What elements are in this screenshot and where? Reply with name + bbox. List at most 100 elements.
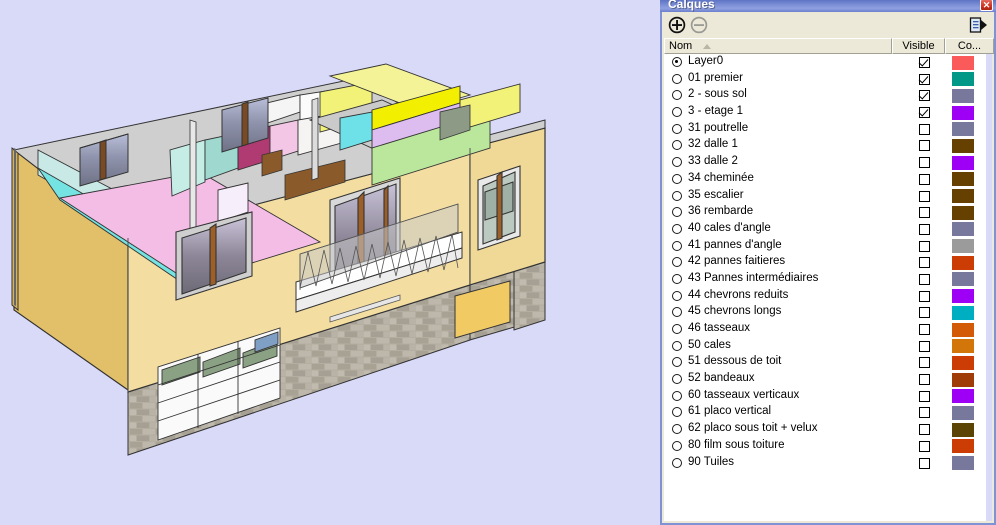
layer-color-swatch[interactable] <box>952 305 974 320</box>
layer-color-swatch[interactable] <box>952 439 974 454</box>
layer-active-radio[interactable] <box>672 123 682 134</box>
layer-active-radio[interactable] <box>672 223 682 234</box>
layer-visible-checkbox[interactable] <box>919 207 930 219</box>
layer-visible-checkbox[interactable] <box>919 307 930 319</box>
layer-row[interactable]: 36 rembarde <box>664 204 990 221</box>
layer-row[interactable]: 52 bandeaux <box>664 371 990 388</box>
layer-row[interactable]: 31 poutrelle <box>664 121 990 138</box>
layer-color-swatch[interactable] <box>952 405 974 420</box>
layer-visible-checkbox[interactable] <box>919 73 930 85</box>
layer-row[interactable]: 50 cales <box>664 338 990 355</box>
layer-color-swatch[interactable] <box>952 189 974 203</box>
layer-row[interactable]: 62 placo sous toit + velux <box>664 421 990 438</box>
layer-color-swatch[interactable] <box>952 138 974 153</box>
layer-color-swatch[interactable] <box>952 55 974 70</box>
layer-visible-checkbox[interactable] <box>919 223 930 235</box>
layer-list[interactable]: Layer0 01 premier 2 - sous sol 3 - etage 1 3… <box>664 54 990 521</box>
layer-color-swatch[interactable] <box>952 172 974 187</box>
layer-row[interactable]: 32 dalle 1 <box>664 137 990 154</box>
layer-visible-checkbox[interactable] <box>919 190 930 202</box>
layer-active-radio[interactable] <box>672 73 682 84</box>
layer-active-radio[interactable] <box>672 340 682 351</box>
layer-row[interactable]: 51 dessous de toit <box>664 354 990 371</box>
column-header-visible[interactable]: Visible <box>892 38 945 54</box>
layer-active-radio[interactable] <box>672 273 682 284</box>
layer-visible-checkbox[interactable] <box>919 123 930 135</box>
layer-color-swatch[interactable] <box>952 272 974 287</box>
layer-color-swatch[interactable] <box>952 239 974 254</box>
layer-active-radio[interactable] <box>672 440 682 451</box>
layer-visible-checkbox[interactable] <box>919 290 930 302</box>
layer-visible-checkbox[interactable] <box>919 140 930 152</box>
layer-row[interactable]: 45 chevrons longs <box>664 304 990 321</box>
layer-visible-checkbox[interactable] <box>919 357 930 369</box>
details-flyout-icon[interactable] <box>968 16 988 34</box>
layer-active-radio[interactable] <box>672 457 682 468</box>
layer-visible-checkbox[interactable] <box>919 273 930 285</box>
layer-color-swatch[interactable] <box>952 205 974 220</box>
layer-visible-checkbox[interactable] <box>919 240 930 252</box>
layer-visible-checkbox[interactable] <box>919 424 930 436</box>
layer-color-swatch[interactable] <box>952 88 974 103</box>
layer-active-radio[interactable] <box>672 240 682 251</box>
layer-row[interactable]: 35 escalier <box>664 188 990 205</box>
minus-circle-icon[interactable] <box>690 16 708 34</box>
column-header-name[interactable]: Nom <box>664 38 892 54</box>
layer-active-radio[interactable] <box>672 407 682 418</box>
layer-active-radio[interactable] <box>672 90 682 101</box>
layer-active-radio[interactable] <box>672 207 682 218</box>
layer-visible-checkbox[interactable] <box>919 257 930 269</box>
layer-row[interactable]: 40 cales d'angle <box>664 221 990 238</box>
layer-active-radio[interactable] <box>672 157 682 168</box>
layer-visible-checkbox[interactable] <box>919 173 930 185</box>
layer-visible-checkbox[interactable] <box>919 107 930 119</box>
layer-visible-checkbox[interactable] <box>919 374 930 386</box>
layer-row[interactable]: 43 Pannes intermédiaires <box>664 271 990 288</box>
close-icon[interactable]: ✕ <box>980 0 993 11</box>
layer-color-swatch[interactable] <box>952 72 974 87</box>
layer-active-radio[interactable] <box>672 257 682 268</box>
layer-active-radio[interactable] <box>672 107 682 118</box>
model-viewport[interactable] <box>0 0 660 525</box>
column-header-color[interactable]: Co... <box>945 38 994 54</box>
layer-active-radio[interactable] <box>672 57 682 67</box>
layer-active-radio[interactable] <box>672 324 682 334</box>
layer-color-swatch[interactable] <box>952 122 974 137</box>
layer-color-swatch[interactable] <box>952 422 974 437</box>
layer-active-radio[interactable] <box>672 140 682 151</box>
layer-visible-checkbox[interactable] <box>919 90 930 102</box>
layer-row[interactable]: 44 chevrons reduits <box>664 288 990 305</box>
layer-row[interactable]: 46 tasseaux <box>664 321 990 338</box>
layer-color-swatch[interactable] <box>952 339 974 354</box>
layer-visible-checkbox[interactable] <box>919 440 930 452</box>
layer-row[interactable]: 41 pannes d'angle <box>664 238 990 255</box>
layer-visible-checkbox[interactable] <box>919 457 930 469</box>
layer-color-swatch[interactable] <box>952 255 974 270</box>
layer-color-swatch[interactable] <box>952 355 974 370</box>
layer-row[interactable]: 80 film sous toiture <box>664 438 990 455</box>
layer-color-swatch[interactable] <box>952 322 974 337</box>
layer-row[interactable]: 2 - sous sol <box>664 87 990 104</box>
layer-row[interactable]: 34 cheminée <box>664 171 990 188</box>
layer-active-radio[interactable] <box>672 190 682 201</box>
layer-active-radio[interactable] <box>672 357 682 368</box>
layer-visible-checkbox[interactable] <box>919 57 930 68</box>
layer-row[interactable]: 01 premier <box>664 71 990 88</box>
layer-color-swatch[interactable] <box>952 389 974 404</box>
layer-row[interactable]: 60 tasseaux verticaux <box>664 388 990 405</box>
layer-active-radio[interactable] <box>672 307 682 318</box>
layer-color-swatch[interactable] <box>952 372 974 387</box>
plus-circle-icon[interactable] <box>668 16 686 34</box>
layer-row[interactable]: 90 Tuiles <box>664 455 990 472</box>
layer-active-radio[interactable] <box>672 374 682 385</box>
layer-visible-checkbox[interactable] <box>919 407 930 419</box>
layer-visible-checkbox[interactable] <box>919 340 930 352</box>
layer-row[interactable]: 42 pannes faitieres <box>664 254 990 271</box>
layer-color-swatch[interactable] <box>952 105 974 120</box>
panel-titlebar[interactable]: Calques ✕ <box>660 0 996 12</box>
layer-row[interactable]: Layer0 <box>664 54 990 71</box>
layer-visible-checkbox[interactable] <box>919 157 930 169</box>
layer-visible-checkbox[interactable] <box>919 390 930 402</box>
layer-visible-checkbox[interactable] <box>919 324 930 335</box>
layer-color-swatch[interactable] <box>952 289 974 304</box>
